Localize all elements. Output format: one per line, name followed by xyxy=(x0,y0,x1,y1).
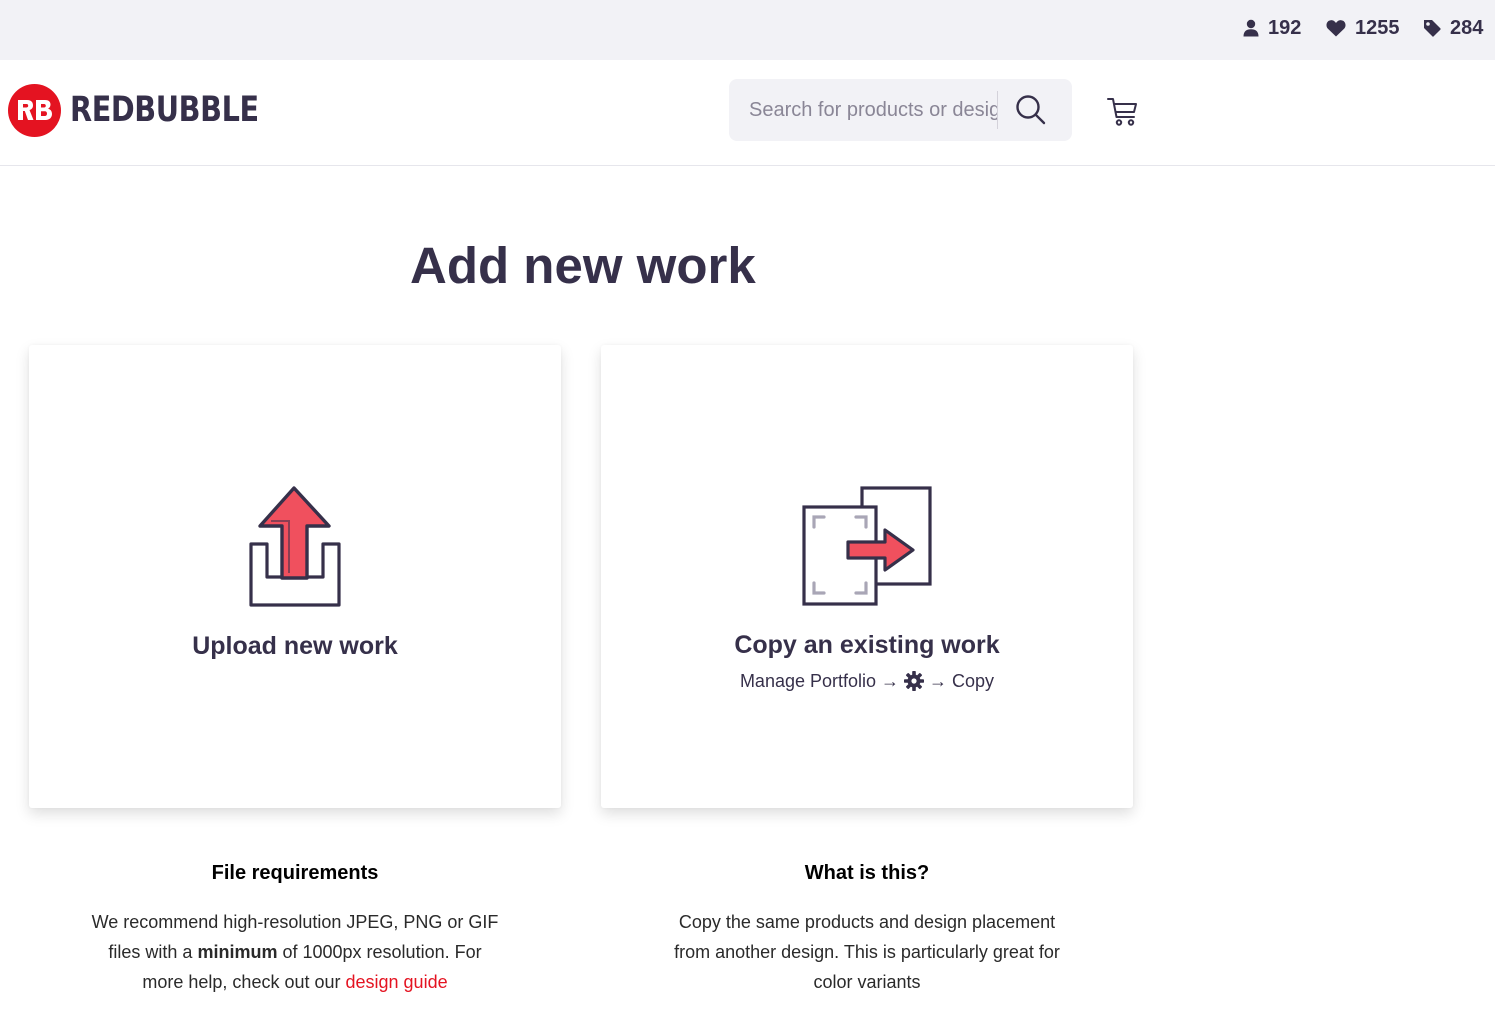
logo-wordmark: REDBUBBLE xyxy=(70,90,259,130)
search-button[interactable] xyxy=(1011,90,1051,130)
upload-new-work-card[interactable]: Upload new work xyxy=(29,345,561,808)
upload-illustration-icon xyxy=(249,486,341,607)
search-input[interactable] xyxy=(729,79,997,141)
hint-copy: → Copy xyxy=(929,670,995,691)
tags-count: 284 xyxy=(1450,16,1484,39)
file-requirements-text: We recommend high-resolution JPEG, PNG o… xyxy=(29,907,561,997)
search-icon xyxy=(1016,95,1046,125)
copy-existing-work-card[interactable]: Copy an existing work Manage Portfolio → xyxy=(601,345,1133,808)
file-requirements-bold: minimum xyxy=(197,942,278,962)
site-header: REDBUBBLE xyxy=(0,60,1495,166)
hint-manage-portfolio: Manage Portfolio → xyxy=(739,670,900,691)
logo-mark-icon xyxy=(8,83,61,137)
cart-button[interactable] xyxy=(1106,95,1140,129)
followers-count: 192 xyxy=(1268,16,1302,39)
file-requirements-section: File requirements We recommend high-reso… xyxy=(29,862,561,997)
page-title: Add new work xyxy=(410,237,756,294)
search-divider xyxy=(997,91,998,129)
copy-card-hint: Manage Portfolio → → Copy xyxy=(601,670,1133,692)
what-is-this-section: What is this? Copy the same products and… xyxy=(601,862,1133,997)
stats-bar: 192 1255 284 xyxy=(0,0,1495,60)
file-requirements-heading: File requirements xyxy=(211,862,379,884)
shopping-cart-icon xyxy=(1107,98,1137,126)
tag-icon xyxy=(1424,20,1441,37)
gear-icon xyxy=(903,670,925,692)
what-is-this-heading: What is this? xyxy=(804,862,930,884)
tags-stat[interactable]: 284 xyxy=(1423,16,1483,40)
favorites-stat[interactable]: 1255 xyxy=(1326,16,1400,40)
what-is-this-text: Copy the same products and design placem… xyxy=(674,912,1060,992)
search-bar xyxy=(729,79,1072,141)
person-icon xyxy=(1243,19,1259,37)
design-guide-link[interactable]: design guide xyxy=(346,972,448,992)
favorites-count: 1255 xyxy=(1355,16,1400,39)
rb-monogram-icon xyxy=(17,100,52,120)
upload-card-title: Upload new work xyxy=(192,632,398,660)
heart-icon xyxy=(1326,20,1346,37)
redbubble-logo[interactable]: REDBUBBLE xyxy=(8,83,300,137)
copy-illustration-icon xyxy=(802,486,932,606)
copy-card-title: Copy an existing work xyxy=(734,631,1000,659)
followers-stat[interactable]: 192 xyxy=(1243,16,1301,40)
